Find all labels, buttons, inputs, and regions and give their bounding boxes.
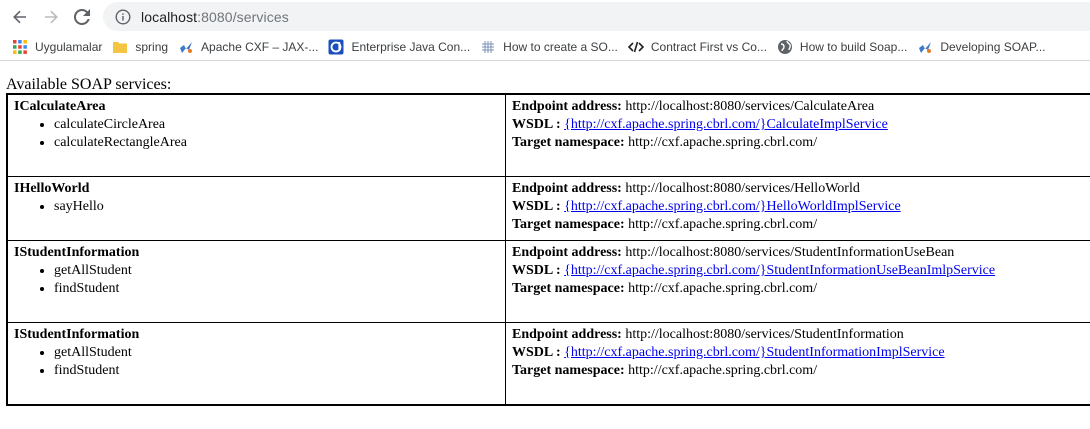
- namespace-value: http://cxf.apache.spring.cbrl.com/: [628, 217, 818, 232]
- services-table: ICalculateArea calculateCircleArea calcu…: [6, 93, 1090, 406]
- table-row: IStudentInformation getAllStudent findSt…: [6, 240, 1090, 323]
- bookmark-apps[interactable]: Uygulamalar: [12, 36, 102, 58]
- forward-button[interactable]: [37, 3, 65, 31]
- interface-cell: ICalculateArea calculateCircleArea calcu…: [6, 93, 506, 177]
- namespace-label: Target namespace:: [512, 135, 625, 150]
- endpoint-label: Endpoint address:: [512, 181, 622, 196]
- interface-cell: IStudentInformation getAllStudent findSt…: [6, 240, 506, 323]
- bookmarks-bar: Uygulamalar spring Apache CXF – JAX-... …: [0, 34, 1090, 61]
- bookmark-how-to-create[interactable]: How to create a SO...: [480, 36, 618, 58]
- operations-list: getAllStudent findStudent: [14, 262, 500, 298]
- wsdl-label: WSDL :: [512, 345, 561, 360]
- details-cell: Endpoint address: http://localhost:8080/…: [505, 176, 1090, 241]
- endpoint-label: Endpoint address:: [512, 245, 622, 260]
- endpoint-value: http://localhost:8080/services/StudentIn…: [625, 245, 955, 260]
- interface-cell: IStudentInformation getAllStudent findSt…: [6, 322, 506, 406]
- endpoint-label: Endpoint address:: [512, 99, 622, 114]
- namespace-value: http://cxf.apache.spring.cbrl.com/: [628, 281, 818, 296]
- namespace-value: http://cxf.apache.spring.cbrl.com/: [628, 363, 818, 378]
- namespace-label: Target namespace:: [512, 281, 625, 296]
- namespace-label: Target namespace:: [512, 217, 625, 232]
- endpoint-value: http://localhost:8080/services/StudentIn…: [625, 327, 904, 342]
- globe-icon: [777, 39, 793, 55]
- details-cell: Endpoint address: http://localhost:8080/…: [505, 93, 1090, 177]
- bookmark-label: Contract First vs Co...: [650, 40, 767, 54]
- bookmark-spring[interactable]: spring: [112, 36, 168, 58]
- bookmark-label: Enterprise Java Con...: [351, 40, 471, 54]
- interface-cell: IHelloWorld sayHello: [6, 176, 506, 241]
- arrow-right-icon: [45, 10, 58, 24]
- reload-button[interactable]: [68, 3, 96, 31]
- bookmark-label: spring: [135, 40, 169, 54]
- wsdl-link[interactable]: {http://cxf.apache.spring.cbrl.com/}Calc…: [564, 117, 888, 132]
- url-host: localhost: [141, 8, 198, 25]
- wsdl-link[interactable]: {http://cxf.apache.spring.cbrl.com/}Stud…: [564, 345, 944, 360]
- wsdl-label: WSDL :: [512, 117, 561, 132]
- site-icon: [328, 39, 344, 55]
- operations-list: sayHello: [14, 198, 500, 216]
- operations-list: getAllStudent findStudent: [14, 344, 500, 380]
- bookmark-enterprise-java[interactable]: Enterprise Java Con...: [328, 36, 470, 58]
- list-item: findStudent: [54, 280, 500, 298]
- bookmark-apache-cxf[interactable]: Apache CXF – JAX-...: [178, 36, 318, 58]
- arrow-left-icon: [13, 10, 26, 24]
- page-content: Available SOAP services: ICalculateArea …: [0, 61, 1090, 406]
- namespace-label: Target namespace:: [512, 363, 625, 378]
- list-item: getAllStudent: [54, 262, 500, 280]
- table-row: IHelloWorld sayHello Endpoint address: h…: [6, 176, 1090, 241]
- site-icon: [480, 39, 496, 55]
- wsdl-link[interactable]: {http://cxf.apache.spring.cbrl.com/}Hell…: [564, 199, 901, 214]
- address-bar[interactable]: localhost:8080/services: [103, 2, 1090, 31]
- url-path: :8080/services: [197, 8, 289, 25]
- bookmark-label: Uygulamalar: [35, 40, 103, 54]
- interface-name: ICalculateArea: [14, 99, 106, 114]
- info-icon[interactable]: [115, 8, 131, 25]
- bookmark-label: Developing SOAP...: [940, 40, 1046, 54]
- wsdl-link[interactable]: {http://cxf.apache.spring.cbrl.com/}Stud…: [564, 263, 995, 278]
- reload-icon: [74, 9, 90, 25]
- list-item: calculateCircleArea: [54, 116, 500, 134]
- bookmark-label: How to build Soap...: [799, 40, 908, 54]
- folder-icon: [112, 39, 128, 55]
- code-icon: [627, 39, 644, 55]
- interface-name: IStudentInformation: [14, 245, 140, 260]
- table-row: ICalculateArea calculateCircleArea calcu…: [6, 93, 1090, 177]
- back-button[interactable]: [6, 3, 34, 31]
- list-item: getAllStudent: [54, 344, 500, 362]
- endpoint-value: http://localhost:8080/services/Calculate…: [625, 99, 875, 114]
- operations-list: calculateCircleArea calculateRectangleAr…: [14, 116, 500, 152]
- cxf-icon: [917, 39, 933, 55]
- bookmark-contract-first[interactable]: Contract First vs Co...: [627, 36, 767, 58]
- browser-toolbar: localhost:8080/services: [0, 0, 1090, 34]
- page-title: Available SOAP services:: [6, 76, 172, 93]
- list-item: calculateRectangleArea: [54, 134, 500, 152]
- bookmark-how-to-build[interactable]: How to build Soap...: [777, 36, 907, 58]
- cxf-icon: [178, 39, 194, 55]
- namespace-value: http://cxf.apache.spring.cbrl.com/: [628, 135, 818, 150]
- apps-grid-icon: [12, 39, 28, 55]
- interface-name: IStudentInformation: [14, 327, 140, 342]
- wsdl-label: WSDL :: [512, 263, 561, 278]
- endpoint-value: http://localhost:8080/services/HelloWorl…: [625, 181, 860, 196]
- interface-name: IHelloWorld: [14, 181, 90, 196]
- endpoint-label: Endpoint address:: [512, 327, 622, 342]
- bookmark-label: Apache CXF – JAX-...: [201, 40, 319, 54]
- details-cell: Endpoint address: http://localhost:8080/…: [505, 322, 1090, 406]
- list-item: sayHello: [54, 198, 500, 216]
- details-cell: Endpoint address: http://localhost:8080/…: [505, 240, 1090, 323]
- wsdl-label: WSDL :: [512, 199, 561, 214]
- bookmark-developing-soap[interactable]: Developing SOAP...: [917, 36, 1046, 58]
- table-row: IStudentInformation getAllStudent findSt…: [6, 322, 1090, 406]
- url-text: localhost:8080/services: [141, 9, 289, 25]
- list-item: findStudent: [54, 362, 500, 380]
- bookmark-label: How to create a SO...: [503, 40, 618, 54]
